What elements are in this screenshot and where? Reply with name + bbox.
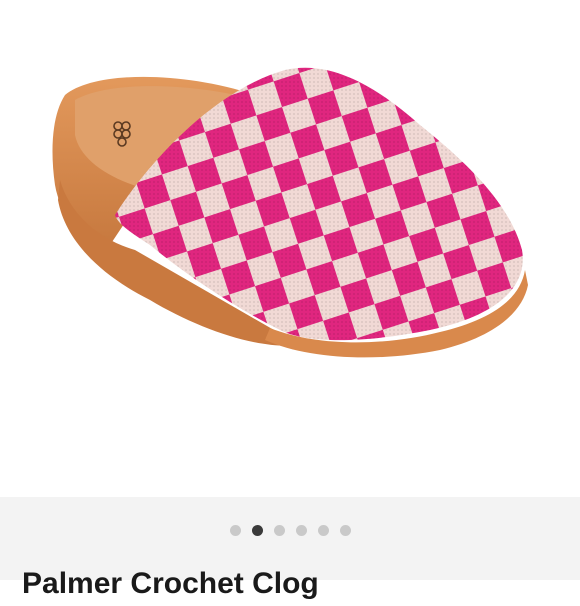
carousel-dot-2[interactable] xyxy=(251,524,263,536)
carousel-dot-6[interactable] xyxy=(339,524,351,536)
carousel-dot-3[interactable] xyxy=(273,524,285,536)
carousel-dot-5[interactable] xyxy=(317,524,329,536)
product-title: Palmer Crochet Clog xyxy=(22,567,319,600)
crochet-clog-image xyxy=(52,67,528,358)
product-photo[interactable] xyxy=(0,0,580,497)
carousel-dot-4[interactable] xyxy=(295,524,307,536)
carousel-dot-1[interactable] xyxy=(229,524,241,536)
carousel-indicator xyxy=(0,523,580,537)
